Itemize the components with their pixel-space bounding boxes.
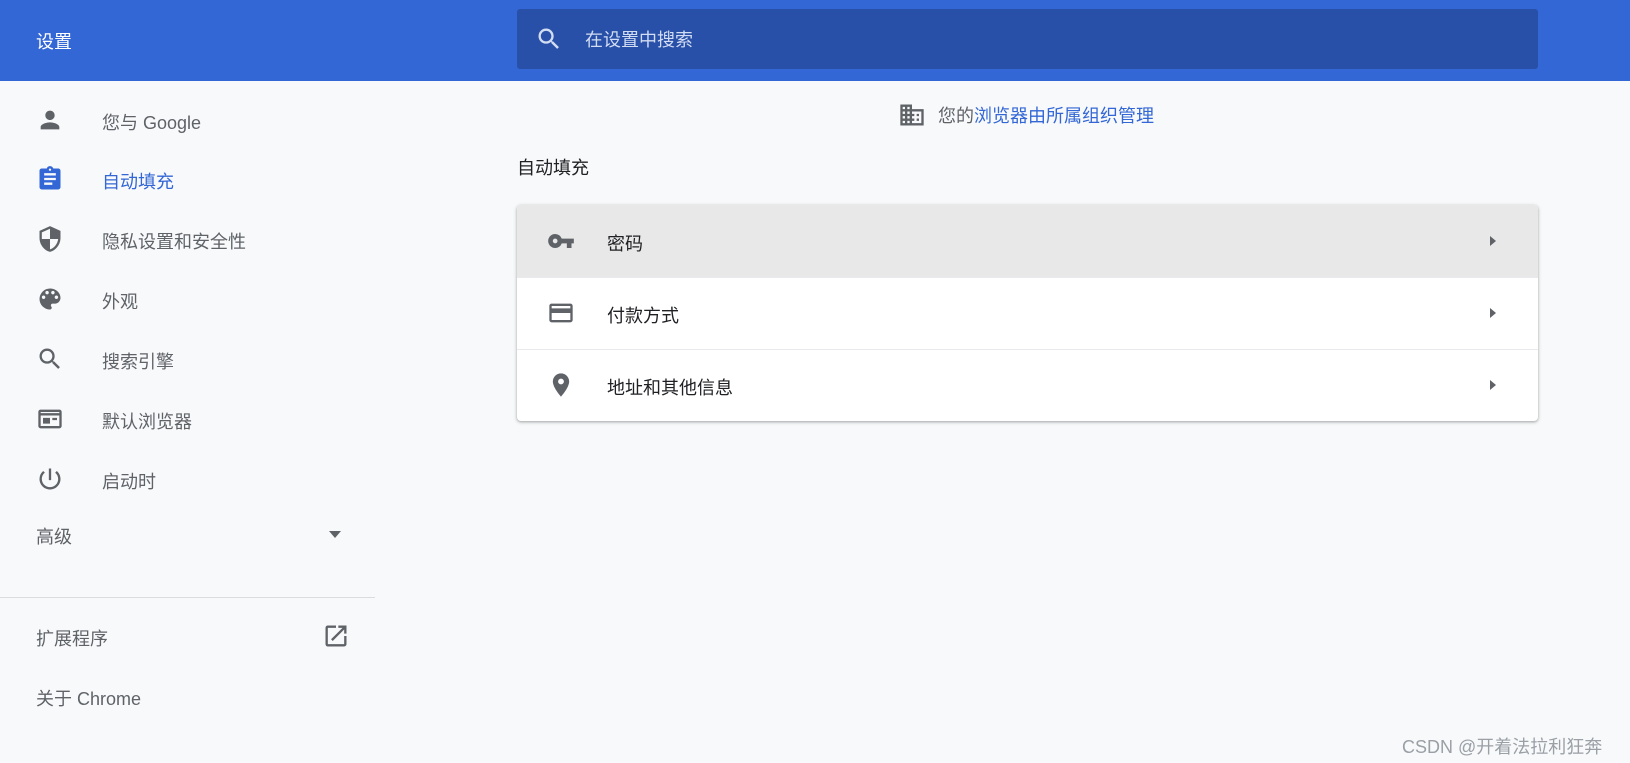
sidebar-item-label: 外观 [102, 292, 138, 312]
sidebar-item-label: 自动填充 [102, 172, 174, 192]
row-label: 密码 [607, 234, 643, 254]
key-icon [548, 234, 574, 248]
payment-methods-row[interactable]: 付款方式 [517, 277, 1538, 349]
sidebar-item-you-and-google[interactable]: 您与 Google [0, 95, 375, 145]
shield-icon [39, 226, 61, 252]
sidebar-item-autofill[interactable]: 自动填充 [0, 154, 375, 204]
sidebar-item-about-chrome[interactable]: 关于 Chrome [0, 671, 375, 721]
extensions-label: 扩展程序 [36, 629, 108, 649]
managed-notice-link[interactable]: 浏览器由所属组织管理 [974, 102, 1154, 128]
search-input[interactable]: 在设置中搜索 [517, 9, 1538, 69]
browser-window-icon [38, 409, 62, 429]
row-label: 付款方式 [607, 306, 679, 326]
sidebar-item-label: 您与 Google [102, 113, 202, 133]
passwords-row[interactable]: 密码 [517, 205, 1538, 277]
search-placeholder: 在设置中搜索 [585, 30, 693, 50]
person-icon [40, 110, 60, 130]
credit-card-icon [549, 303, 573, 323]
sidebar-item-on-startup[interactable]: 启动时 [0, 454, 375, 504]
sidebar-item-label: 默认浏览器 [102, 412, 192, 432]
sidebar-item-appearance[interactable]: 外观 [0, 274, 375, 324]
sidebar-item-privacy[interactable]: 隐私设置和安全性 [0, 214, 375, 264]
watermark: CSDN @开着法拉利狂奔 [1402, 737, 1603, 757]
arrow-right-icon [1490, 380, 1496, 390]
search-icon [538, 28, 559, 49]
sidebar-item-search-engine[interactable]: 搜索引擎 [0, 334, 375, 384]
search-icon [39, 348, 60, 369]
managed-notice-prefix: 您的 [938, 106, 974, 126]
sidebar-advanced-toggle[interactable]: 高级 [0, 509, 375, 559]
sidebar-item-label: 搜索引擎 [102, 352, 174, 372]
sidebar: 您与 Google 自动填充 隐私设置和安全性 外观 搜索引擎 默认浏览器 启动… [0, 81, 375, 763]
clipboard-icon [39, 166, 61, 190]
arrow-right-icon [1490, 236, 1496, 246]
about-label: 关于 Chrome [36, 689, 142, 709]
sidebar-item-label: 隐私设置和安全性 [102, 232, 246, 252]
managed-notice: 您的 浏览器由所属组织管理 [898, 100, 1154, 130]
palette-icon [39, 288, 61, 310]
sidebar-item-default-browser[interactable]: 默认浏览器 [0, 394, 375, 444]
building-icon [900, 104, 924, 126]
row-label: 地址和其他信息 [607, 378, 733, 398]
power-icon [39, 468, 61, 490]
top-bar: 设置 在设置中搜索 [0, 0, 1630, 81]
location-pin-icon [552, 373, 570, 397]
sidebar-item-extensions[interactable]: 扩展程序 [0, 611, 375, 661]
autofill-card: 密码 付款方式 地址和其他信息 [517, 205, 1538, 421]
page-title: 设置 [36, 32, 72, 52]
sidebar-item-label: 启动时 [102, 472, 156, 492]
addresses-row[interactable]: 地址和其他信息 [517, 349, 1538, 421]
caret-down-icon [329, 531, 341, 538]
advanced-label: 高级 [36, 527, 72, 547]
arrow-right-icon [1490, 308, 1496, 318]
sidebar-divider [0, 597, 375, 598]
section-title: 自动填充 [517, 158, 589, 178]
open-in-new-icon [325, 625, 347, 647]
